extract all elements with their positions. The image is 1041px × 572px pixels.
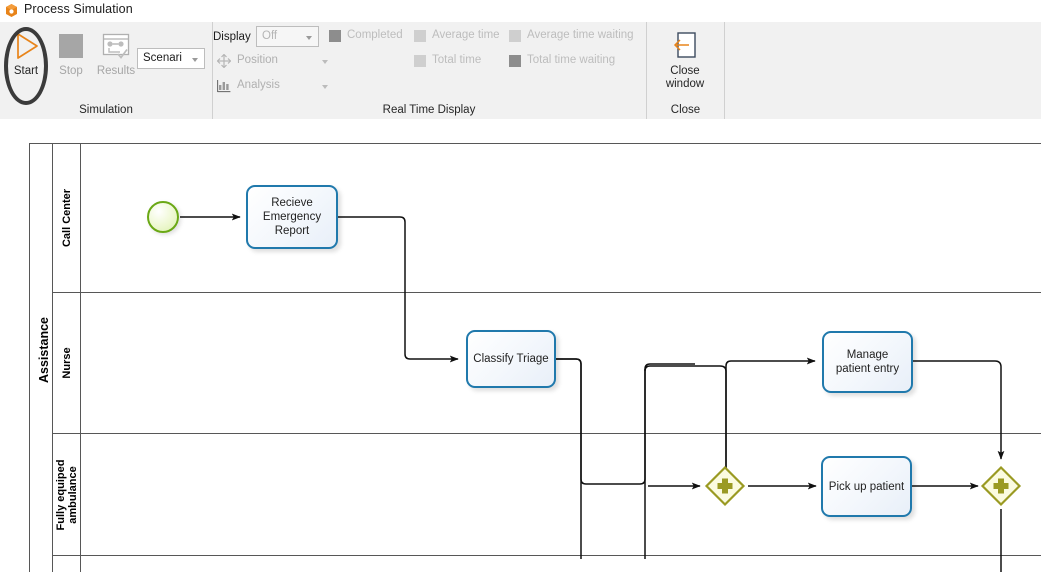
task-classify-triage-label: Classify Triage [473,353,549,365]
analysis-menu-label: Analysis [237,79,280,91]
position-menu-label: Position [237,54,278,66]
close-window-button-label-2: window [665,78,705,90]
close-window-button-label-1: Close [670,65,700,77]
ribbon-group-close: Close window Close [646,22,725,119]
display-label: Display [213,31,251,43]
lane-nurse-label: Nurse [60,347,73,379]
title-bar: Process Simulation [0,0,1041,22]
ribbon: Start Stop Results Scenari Simulation Di… [0,22,1041,120]
checkbox-average-time-waiting-swatch[interactable] [509,30,521,42]
task-classify-triage[interactable]: Classify Triage [466,330,556,388]
ribbon-group-real-time-display: Display Off Position Analysis Completed … [213,22,645,119]
display-combobox-value: Off [262,30,278,42]
chevron-down-icon[interactable] [322,60,328,64]
chevron-down-icon[interactable] [322,85,328,89]
lane-call-center-label: Call Center [60,188,73,247]
window-title: Process Simulation [24,2,133,16]
lane-nurse-header: Nurse [53,293,81,433]
task-pick-up-patient-label: Pick up patient [828,480,905,493]
ribbon-group-close-label: Close [670,104,701,116]
gateway-parallel-2[interactable] [980,465,1022,507]
scenario-combobox[interactable]: Scenari [137,48,205,69]
pool-label-text: Assistance [37,317,51,384]
position-icon [216,53,232,73]
checkbox-completed-label: Completed [347,29,403,41]
close-window-icon [668,29,702,63]
diagram-canvas[interactable]: Assistance Call Center Nurse Fully equip… [0,119,1041,572]
lane-fourth-header [53,556,81,572]
task-manage-patient-entry-label: Manage patient entry [835,349,900,375]
app-icon [4,3,19,18]
chevron-down-icon[interactable] [306,36,312,40]
stop-icon [54,29,88,63]
results-icon [99,29,133,63]
results-button[interactable]: Results [90,25,142,99]
task-recieve-emergency-report-label: Recieve Emergency Report [262,197,322,237]
checkbox-completed-swatch[interactable] [329,30,341,42]
ribbon-group-real-time-display-label: Real Time Display [382,104,476,116]
analysis-icon [217,79,231,98]
task-recieve-emergency-report[interactable]: Recieve Emergency Report [246,185,338,249]
pool-label: Assistance [29,143,53,572]
lane-call-center-header: Call Center [53,143,81,292]
display-combobox[interactable]: Off [256,26,319,47]
lane-fully-equiped-ambulance-header: Fully equiped ambulance [53,434,81,555]
gateway-parallel-1[interactable] [704,465,746,507]
start-button-highlight-ellipse [4,27,48,105]
checkbox-total-time-waiting-label: Total time waiting [527,54,616,66]
checkbox-total-time-label: Total time [432,54,482,66]
close-window-button[interactable]: Close window [659,25,711,99]
task-manage-patient-entry[interactable]: Manage patient entry [822,331,913,393]
lane-call-center: Call Center [53,143,1041,293]
ribbon-group-simulation-label: Simulation [79,104,133,116]
scenario-combobox-value: Scenari [143,52,182,64]
checkbox-average-time-label: Average time [432,29,500,41]
checkbox-total-time-waiting-swatch[interactable] [509,55,521,67]
checkbox-average-time-swatch[interactable] [414,30,426,42]
task-pick-up-patient[interactable]: Pick up patient [821,456,912,517]
ribbon-group-simulation: Start Stop Results Scenari Simulation [0,22,213,119]
lane-fourth [53,556,1041,572]
results-button-label: Results [96,65,136,77]
checkbox-total-time-swatch[interactable] [414,55,426,67]
checkbox-average-time-waiting-label: Average time waiting [527,29,634,41]
chevron-down-icon[interactable] [192,58,198,62]
lane-fully-equiped-ambulance-label: Fully equiped ambulance [54,459,79,530]
start-event[interactable] [147,201,179,233]
